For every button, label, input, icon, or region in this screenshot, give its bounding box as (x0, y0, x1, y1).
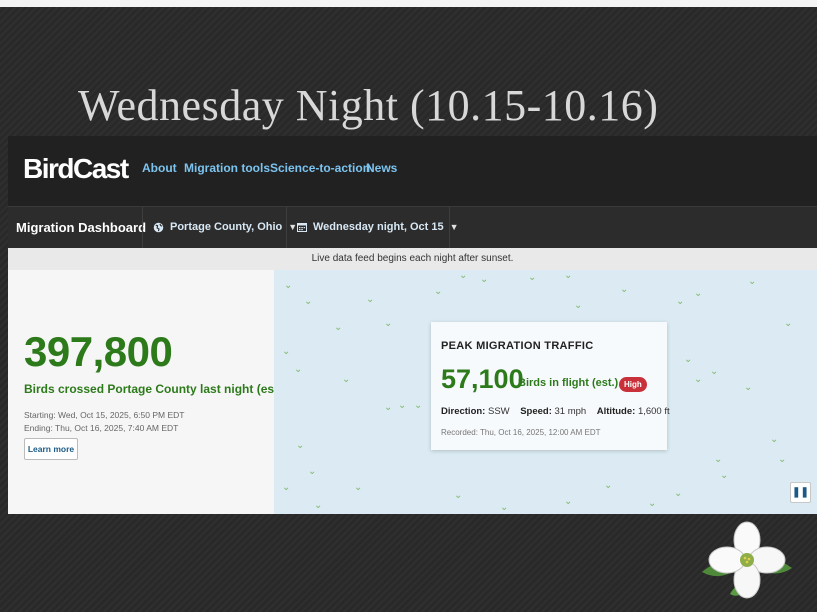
nav-link-news[interactable]: News (366, 161, 397, 175)
bird-marker: ⌄ (384, 318, 393, 329)
feed-notice: Live data feed begins each night after s… (8, 248, 817, 270)
dashboard-title: Migration Dashboard (16, 220, 147, 235)
birdcast-logo[interactable]: BirdCast (23, 153, 129, 185)
bird-marker: ⌄ (528, 272, 537, 283)
nav-link-migration-tools[interactable]: Migration tools (184, 161, 270, 175)
top-bar (0, 0, 817, 7)
bird-marker: ⌄ (454, 490, 463, 501)
bird-marker: ⌄ (384, 402, 393, 413)
dashboard-bar: Migration Dashboard Portage County, Ohio… (8, 206, 817, 249)
pause-button[interactable]: ❚❚ (790, 482, 811, 503)
bird-marker: ⌄ (308, 466, 317, 477)
calendar-icon (297, 223, 307, 232)
bird-marker: ⌄ (564, 270, 573, 281)
bird-marker: ⌄ (778, 454, 787, 465)
bird-marker: ⌄ (574, 300, 583, 311)
date-label: Wednesday night, Oct 15 (313, 221, 444, 233)
bird-marker: ⌄ (480, 274, 489, 285)
bird-marker: ⌄ (676, 296, 685, 307)
bird-marker: ⌄ (714, 454, 723, 465)
peak-count-label: Birds in flight (est.) (518, 377, 619, 389)
start-time: Starting: Wed, Oct 15, 2025, 6:50 PM EDT (24, 410, 185, 420)
dogwood-flower-icon (702, 521, 792, 599)
bird-marker: ⌄ (770, 434, 779, 445)
location-label: Portage County, Ohio (170, 221, 283, 233)
speed-label: Speed: (520, 406, 552, 417)
bird-marker: ⌄ (459, 270, 468, 281)
bird-marker: ⌄ (414, 400, 423, 411)
nav-link-about[interactable]: About (142, 161, 177, 175)
bird-marker: ⌄ (284, 280, 293, 291)
bird-marker: ⌄ (620, 284, 629, 295)
bird-marker: ⌄ (784, 318, 793, 329)
altitude-value: 1,600 ft (637, 406, 670, 417)
chevron-down-icon: ▼ (449, 222, 459, 232)
bird-marker: ⌄ (398, 400, 407, 411)
peak-bird-count: 57,100 (441, 364, 524, 394)
intensity-badge: High (619, 377, 647, 392)
bird-marker: ⌄ (684, 354, 693, 365)
nightly-count-label: Birds crossed Portage County last night … (24, 382, 286, 396)
end-time: Ending: Thu, Oct 16, 2025, 7:40 AM EDT (24, 423, 179, 433)
learn-more-button[interactable]: Learn more (24, 438, 78, 460)
bird-marker: ⌄ (500, 502, 509, 513)
flight-stats: Direction: SSW Speed: 31 mph Altitude: 1… (441, 406, 670, 417)
bird-marker: ⌄ (304, 296, 313, 307)
bird-marker: ⌄ (720, 470, 729, 481)
direction-value: SSW (487, 406, 510, 417)
peak-traffic-title: PEAK MIGRATION TRAFFIC (441, 340, 594, 352)
location-selector[interactable]: Portage County, Ohio ▼ (142, 207, 297, 249)
bird-marker: ⌄ (354, 482, 363, 493)
nightly-summary-panel: 397,800 Birds crossed Portage County las… (8, 270, 285, 514)
birdcast-screenshot: BirdCast About Migration tools Science-t… (8, 136, 817, 514)
direction-label: Direction: (441, 406, 486, 417)
bird-marker: ⌄ (342, 374, 351, 385)
bird-marker: ⌄ (748, 276, 757, 287)
nav-link-science-to-action[interactable]: Science-to-action (270, 161, 370, 175)
bird-marker: ⌄ (604, 480, 613, 491)
migration-map[interactable]: ⌄ ⌄ ⌄ ⌄ ⌄ ⌄ ⌄ ⌄ ⌄ ⌄ ⌄ ⌄ ⌄ ⌄ ⌄ ⌄ ⌄ ⌄ ⌄ ⌄ … (274, 270, 817, 514)
bird-marker: ⌄ (744, 382, 753, 393)
bird-marker: ⌄ (674, 488, 683, 499)
date-selector[interactable]: Wednesday night, Oct 15 ▼ (286, 207, 459, 249)
bird-marker: ⌄ (314, 500, 323, 511)
bird-marker: ⌄ (648, 498, 657, 509)
pause-icon: ❚❚ (792, 487, 809, 498)
bird-marker: ⌄ (694, 288, 703, 299)
bird-marker: ⌄ (294, 364, 303, 375)
slide-title: Wednesday Night (10.15-10.16) (78, 81, 659, 130)
bird-marker: ⌄ (282, 346, 291, 357)
bird-marker: ⌄ (694, 374, 703, 385)
bird-marker: ⌄ (282, 482, 291, 493)
globe-icon (153, 222, 164, 232)
bird-marker: ⌄ (710, 366, 719, 377)
top-nav: BirdCast About Migration tools Science-t… (8, 136, 817, 206)
bird-marker: ⌄ (434, 286, 443, 297)
bird-marker: ⌄ (334, 322, 343, 333)
peak-traffic-card: PEAK MIGRATION TRAFFIC 57,100 Birds in f… (431, 322, 670, 450)
recorded-time: Recorded: Thu, Oct 16, 2025, 12:00 AM ED… (441, 428, 601, 437)
bird-marker: ⌄ (564, 496, 573, 507)
altitude-label: Altitude: (596, 406, 636, 417)
bird-marker: ⌄ (366, 294, 375, 305)
bird-marker: ⌄ (296, 440, 305, 451)
speed-value: 31 mph (554, 406, 587, 417)
nightly-bird-count: 397,800 (24, 328, 173, 375)
